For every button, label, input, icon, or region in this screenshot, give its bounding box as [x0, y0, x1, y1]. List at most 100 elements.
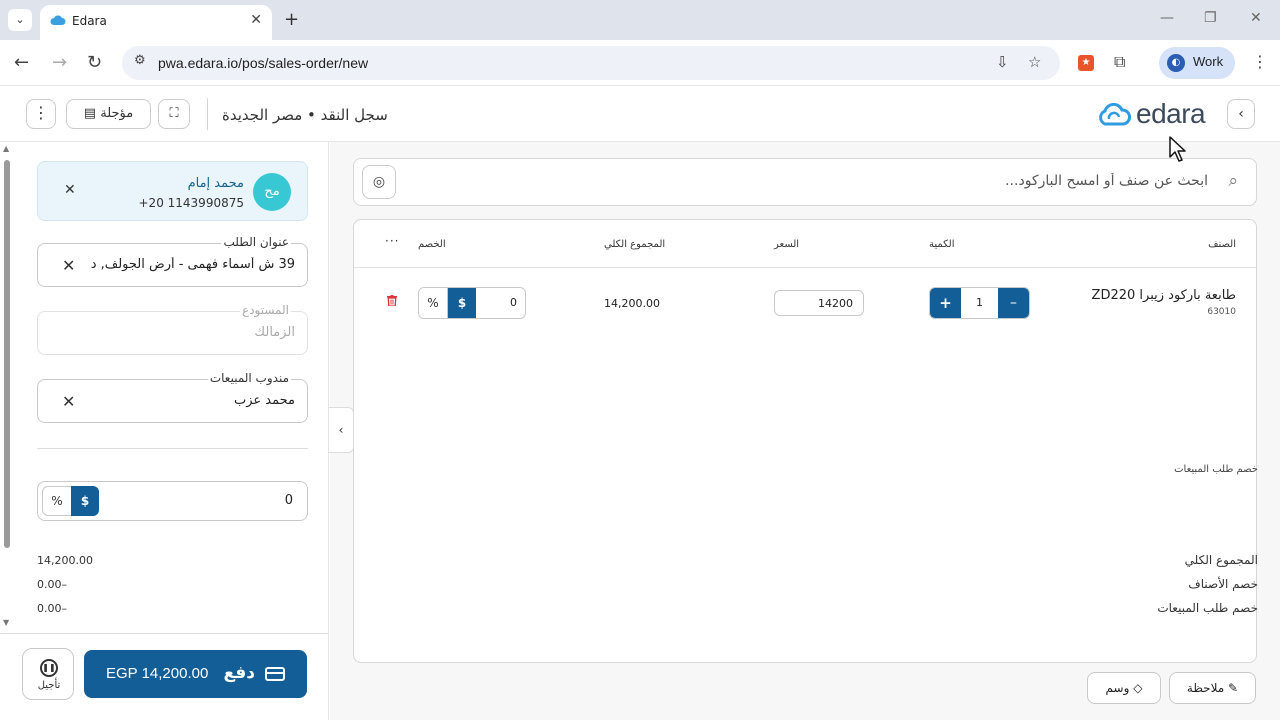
collapse-sidebar-button[interactable]: ‹: [329, 407, 354, 453]
payment-card-icon: [265, 667, 285, 681]
qty-value[interactable]: 1: [961, 296, 998, 309]
barcode-scan-button[interactable]: ◎: [362, 165, 396, 199]
clear-sales-rep-icon[interactable]: ✕: [62, 392, 75, 411]
defer-button[interactable]: ❚❚ تأجيل: [22, 648, 74, 700]
browser-toolbar: ← → ↻ ⚙ pwa.edara.io/pos/sales-order/new…: [0, 40, 1280, 86]
tag-label: وسم: [1105, 681, 1130, 695]
page-title: سجل النقد • مصر الجديدة: [222, 106, 388, 124]
chevron-left-icon: ‹: [338, 423, 344, 437]
column-header-price: السعر: [774, 239, 800, 250]
pay-amount: EGP 14,200.00: [106, 665, 209, 682]
order-address-field[interactable]: عنوان الطلب 39 ش أسماء فهمى - أرض الجولف…: [37, 235, 308, 287]
sales-rep-value: محمد عزب: [234, 393, 295, 408]
browser-tab[interactable]: Edara ✕: [40, 5, 272, 40]
fullscreen-button[interactable]: ⛶: [158, 99, 190, 129]
item-search-bar: ⌕ ◎: [353, 158, 1257, 206]
address-bar[interactable]: ⚙ pwa.edara.io/pos/sales-order/new ⇩ ☆: [122, 46, 1060, 80]
item-search-input[interactable]: [428, 173, 1208, 189]
url-text[interactable]: pwa.edara.io/pos/sales-order/new: [158, 55, 368, 71]
column-header-total: المجموع الكلي: [604, 239, 666, 250]
warehouse-field: المستودع الزمالك: [37, 303, 308, 355]
more-options-button[interactable]: ⋮: [26, 99, 56, 129]
search-icon: ⌕: [1228, 171, 1238, 191]
order-address-value: 39 ش أسماء فهمى - أرض الجولف, د: [90, 257, 295, 272]
column-header-item: الصنف: [1208, 239, 1236, 250]
tab-title: Edara: [72, 14, 107, 28]
install-app-icon[interactable]: ⇩: [996, 53, 1009, 71]
remove-customer-icon[interactable]: ✕: [64, 182, 76, 198]
note-button[interactable]: ✎ ملاحظة: [1169, 672, 1256, 704]
tab-close-icon[interactable]: ✕: [250, 12, 262, 28]
tab-search-button[interactable]: ⌄: [8, 9, 32, 31]
browser-tabstrip: ⌄ Edara ✕ + — ❐ ✕: [0, 0, 1280, 40]
column-options-icon[interactable]: ···: [385, 234, 399, 248]
mouse-cursor-icon: [1169, 136, 1186, 162]
table-header-divider: [354, 267, 1256, 268]
edit-note-icon: ✎: [1228, 681, 1239, 695]
app-header: ⋮ ▤ مؤجلة ⛶ سجل النقد • مصر الجديدة edar…: [0, 87, 1280, 142]
tag-button[interactable]: ◇ وسم: [1087, 672, 1161, 704]
customer-avatar: مح: [253, 173, 291, 211]
extensions-puzzle-icon[interactable]: ⧉: [1114, 52, 1125, 72]
warehouse-label: المستودع: [240, 303, 291, 317]
edara-logo-text: edara: [1136, 98, 1206, 129]
item-code: 63010: [1207, 307, 1236, 317]
customer-card[interactable]: مح محمد إمام +20 1143990875 ✕: [37, 161, 308, 221]
order-discount-label: خصم طلب المبيعات: [1174, 464, 1258, 475]
extension-icon[interactable]: ★: [1078, 55, 1094, 71]
chevron-left-icon: ‹: [1238, 106, 1244, 122]
reload-icon[interactable]: ↻: [87, 52, 102, 73]
forward-icon[interactable]: →: [52, 52, 67, 73]
warehouse-value: الزمالك: [254, 325, 295, 340]
deferred-orders-button[interactable]: ▤ مؤجلة: [66, 99, 151, 129]
deferred-label: مؤجلة: [100, 106, 134, 121]
discount-amount-toggle[interactable]: $: [448, 288, 476, 318]
order-discount-input[interactable]: % $ 0: [37, 481, 308, 521]
defer-label: تأجيل: [37, 680, 61, 691]
pay-button[interactable]: دفع EGP 14,200.00: [84, 650, 307, 698]
customer-name: محمد إمام: [187, 176, 244, 191]
footer-divider: [0, 633, 329, 634]
scroll-down-icon[interactable]: ▼: [3, 618, 9, 627]
column-header-discount: الخصم: [418, 239, 446, 250]
scan-icon: ◎: [372, 174, 386, 190]
restore-icon[interactable]: ❐: [1204, 10, 1217, 26]
minimize-icon[interactable]: —: [1160, 10, 1174, 26]
customer-phone: +20 1143990875: [138, 196, 245, 210]
header-divider: [207, 98, 208, 130]
sidebar-toggle-button[interactable]: ‹: [1227, 99, 1255, 129]
sales-rep-label: مندوب المبيعات: [207, 371, 291, 385]
cart-table: الصنف الكمية السعر المجموع الكلي الخصم ·…: [353, 219, 1257, 663]
qty-decrease-button[interactable]: –: [998, 288, 1029, 318]
profile-avatar-icon: ◐: [1167, 54, 1185, 72]
quantity-stepper: + 1 –: [929, 287, 1030, 319]
summary-order-discount-value: 0.00–: [37, 602, 67, 615]
price-input[interactable]: 14200: [774, 290, 864, 316]
site-info-icon[interactable]: ⚙: [134, 53, 146, 68]
scroll-up-icon[interactable]: ▲: [3, 144, 9, 153]
section-divider: [37, 448, 308, 449]
back-icon[interactable]: ←: [14, 52, 29, 73]
sidebar-scroll-thumb[interactable]: [4, 160, 10, 548]
sales-rep-field[interactable]: مندوب المبيعات محمد عزب ✕: [37, 371, 308, 423]
order-discount-amount-toggle[interactable]: $: [71, 486, 99, 516]
order-discount-percent-toggle[interactable]: %: [42, 486, 72, 516]
edara-favicon-icon: [50, 15, 66, 25]
clear-address-icon[interactable]: ✕: [62, 256, 75, 275]
summary-items-discount-label: خصم الأصناف: [1188, 577, 1258, 591]
bookmark-star-icon[interactable]: ☆: [1028, 53, 1041, 71]
item-discount-input[interactable]: % $ 0: [418, 287, 526, 319]
browser-menu-icon[interactable]: ⋮: [1252, 52, 1268, 71]
item-name: طابعة باركود زيبرا ZD220: [1091, 288, 1236, 303]
column-header-qty: الكمية: [929, 239, 955, 250]
summary-total-value: 14,200.00: [37, 554, 93, 567]
pay-label: دفع: [223, 663, 255, 683]
note-label: ملاحظة: [1186, 681, 1225, 695]
window-close-icon[interactable]: ✕: [1250, 10, 1262, 26]
profile-button[interactable]: ◐ Work: [1159, 47, 1235, 79]
qty-increase-button[interactable]: +: [930, 288, 961, 318]
new-tab-icon[interactable]: +: [284, 9, 299, 30]
document-icon: ▤: [83, 106, 97, 121]
delete-item-icon[interactable]: [387, 295, 397, 306]
discount-percent-toggle[interactable]: %: [419, 288, 448, 318]
